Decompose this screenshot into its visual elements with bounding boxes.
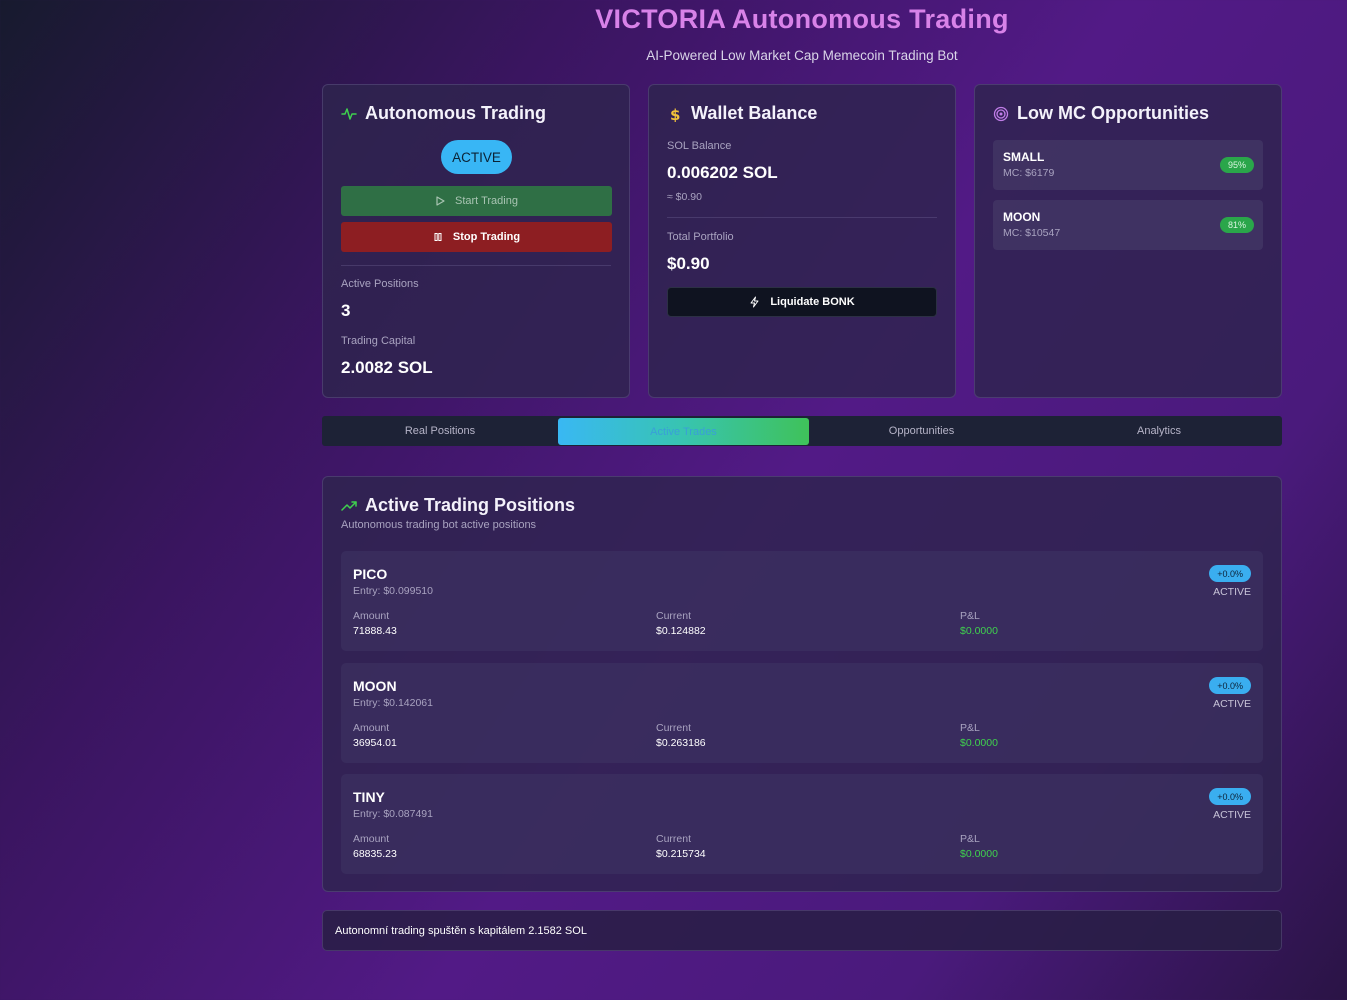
opportunity-mc: MC: $6179 [1003,167,1055,179]
position-status: ACTIVE [1213,698,1251,710]
tab-opportunities[interactable]: Opportunities [809,416,1034,446]
active-positions-value: 3 [341,301,351,320]
pnl-label: P&L [960,833,980,845]
opportunity-name: SMALL [1003,150,1045,164]
position-entry: Entry: $0.087491 [353,808,433,820]
liquidate-bonk-button[interactable]: Liquidate BONK [667,287,937,317]
divider [341,265,611,266]
tab-real-positions[interactable]: Real Positions [322,416,558,446]
autonomous-trading-header: Autonomous Trading [341,103,546,124]
start-trading-button[interactable]: Start Trading [341,186,612,216]
pnl-value: $0.0000 [960,848,998,860]
current-label: Current [656,610,692,622]
pnl-label: P&L [960,610,980,622]
trading-status-badge: ACTIVE [441,140,512,174]
sol-balance-usd: ≈ $0.90 [667,191,702,203]
target-icon [993,106,1009,121]
autonomous-trading-card: Autonomous Trading ACTIVE Start Trading … [322,84,630,398]
wallet-balance-header: $ Wallet Balance [667,103,817,124]
wallet-balance-card: $ Wallet Balance SOL Balance 0.006202 SO… [648,84,956,398]
trading-capital-value: 2.0082 SOL [341,358,433,377]
low-mc-opportunities-header: Low MC Opportunities [993,103,1209,124]
low-mc-opportunities-title: Low MC Opportunities [1017,103,1209,123]
position-row[interactable]: MOON Entry: $0.142061 +0.0% ACTIVE Amoun… [341,663,1263,763]
current-value: $0.124882 [656,625,706,637]
opportunity-score-badge: 95% [1219,157,1254,173]
opportunity-item[interactable]: SMALL MC: $6179 95% [993,140,1263,190]
trading-capital-label: Trading Capital [341,335,416,347]
opportunity-name: MOON [1003,210,1041,224]
amount-value: 36954.01 [353,737,397,749]
amount-value: 68835.23 [353,848,397,860]
svg-text:$: $ [670,106,680,122]
tab-bar: Real Positions Active Trades Opportuniti… [322,416,1282,446]
active-positions-label: Active Positions [341,278,419,290]
current-value: $0.263186 [656,737,706,749]
divider [667,217,937,218]
opportunity-score-badge: 81% [1219,217,1254,233]
position-status: ACTIVE [1213,586,1251,598]
page-subtitle: AI-Powered Low Market Cap Memecoin Tradi… [646,48,958,63]
start-trading-label: Start Trading [455,195,518,207]
autonomous-trading-title: Autonomous Trading [365,103,546,123]
sol-balance-label: SOL Balance [667,140,732,152]
log-message: Autonomní trading spuštěn s kapitálem 2.… [335,924,587,937]
active-trading-positions-subtitle: Autonomous trading bot active positions [341,519,537,531]
position-change-badge: +0.0% [1209,565,1251,582]
amount-label: Amount [353,610,390,622]
position-row[interactable]: PICO Entry: $0.099510 +0.0% ACTIVE Amoun… [341,551,1263,651]
position-symbol: PICO [353,566,388,582]
active-trading-positions-card: Active Trading Positions Autonomous trad… [322,476,1282,892]
log-message-bar: Autonomní trading spuštěn s kapitálem 2.… [322,910,1282,951]
pnl-value: $0.0000 [960,625,998,637]
opportunity-item[interactable]: MOON MC: $10547 81% [993,200,1263,250]
active-trading-positions-header: Active Trading Positions [341,495,575,516]
position-change-badge: +0.0% [1209,677,1251,694]
dollar-icon: $ [670,106,680,122]
position-entry: Entry: $0.142061 [353,697,433,709]
stop-trading-label: Stop Trading [452,231,521,243]
position-row[interactable]: TINY Entry: $0.087491 +0.0% ACTIVE Amoun… [341,774,1263,874]
tab-active-trades[interactable]: Active Trades [558,418,809,445]
pause-icon [434,233,442,241]
sol-balance-value: 0.006202 SOL [667,163,778,182]
position-symbol: TINY [353,789,385,805]
amount-value: 71888.43 [353,625,397,637]
low-mc-opportunities-card: Low MC Opportunities SMALL MC: $6179 95%… [974,84,1282,398]
total-portfolio-label: Total Portfolio [667,231,734,243]
opportunity-mc: MC: $10547 [1003,227,1061,239]
stop-trading-button[interactable]: Stop Trading [341,222,612,252]
amount-label: Amount [353,833,390,845]
pnl-label: P&L [960,722,980,734]
position-status: ACTIVE [1213,809,1251,821]
position-entry: Entry: $0.099510 [353,585,433,597]
wallet-balance-title: Wallet Balance [691,103,818,123]
page-title: VICTORIA Autonomous Trading [595,4,1009,34]
trending-up-icon [341,500,357,511]
total-portfolio-value: $0.90 [667,254,710,273]
play-icon [436,196,445,206]
zap-icon [750,296,759,308]
position-change-badge: +0.0% [1209,788,1251,805]
position-symbol: MOON [353,678,397,694]
tab-analytics[interactable]: Analytics [1034,416,1284,446]
active-trading-positions-title: Active Trading Positions [365,495,576,515]
current-value: $0.215734 [656,848,706,860]
liquidate-bonk-label: Liquidate BONK [770,296,855,308]
activity-icon [341,107,357,120]
pnl-value: $0.0000 [960,737,998,749]
current-label: Current [656,722,692,734]
amount-label: Amount [353,722,390,734]
current-label: Current [656,833,692,845]
